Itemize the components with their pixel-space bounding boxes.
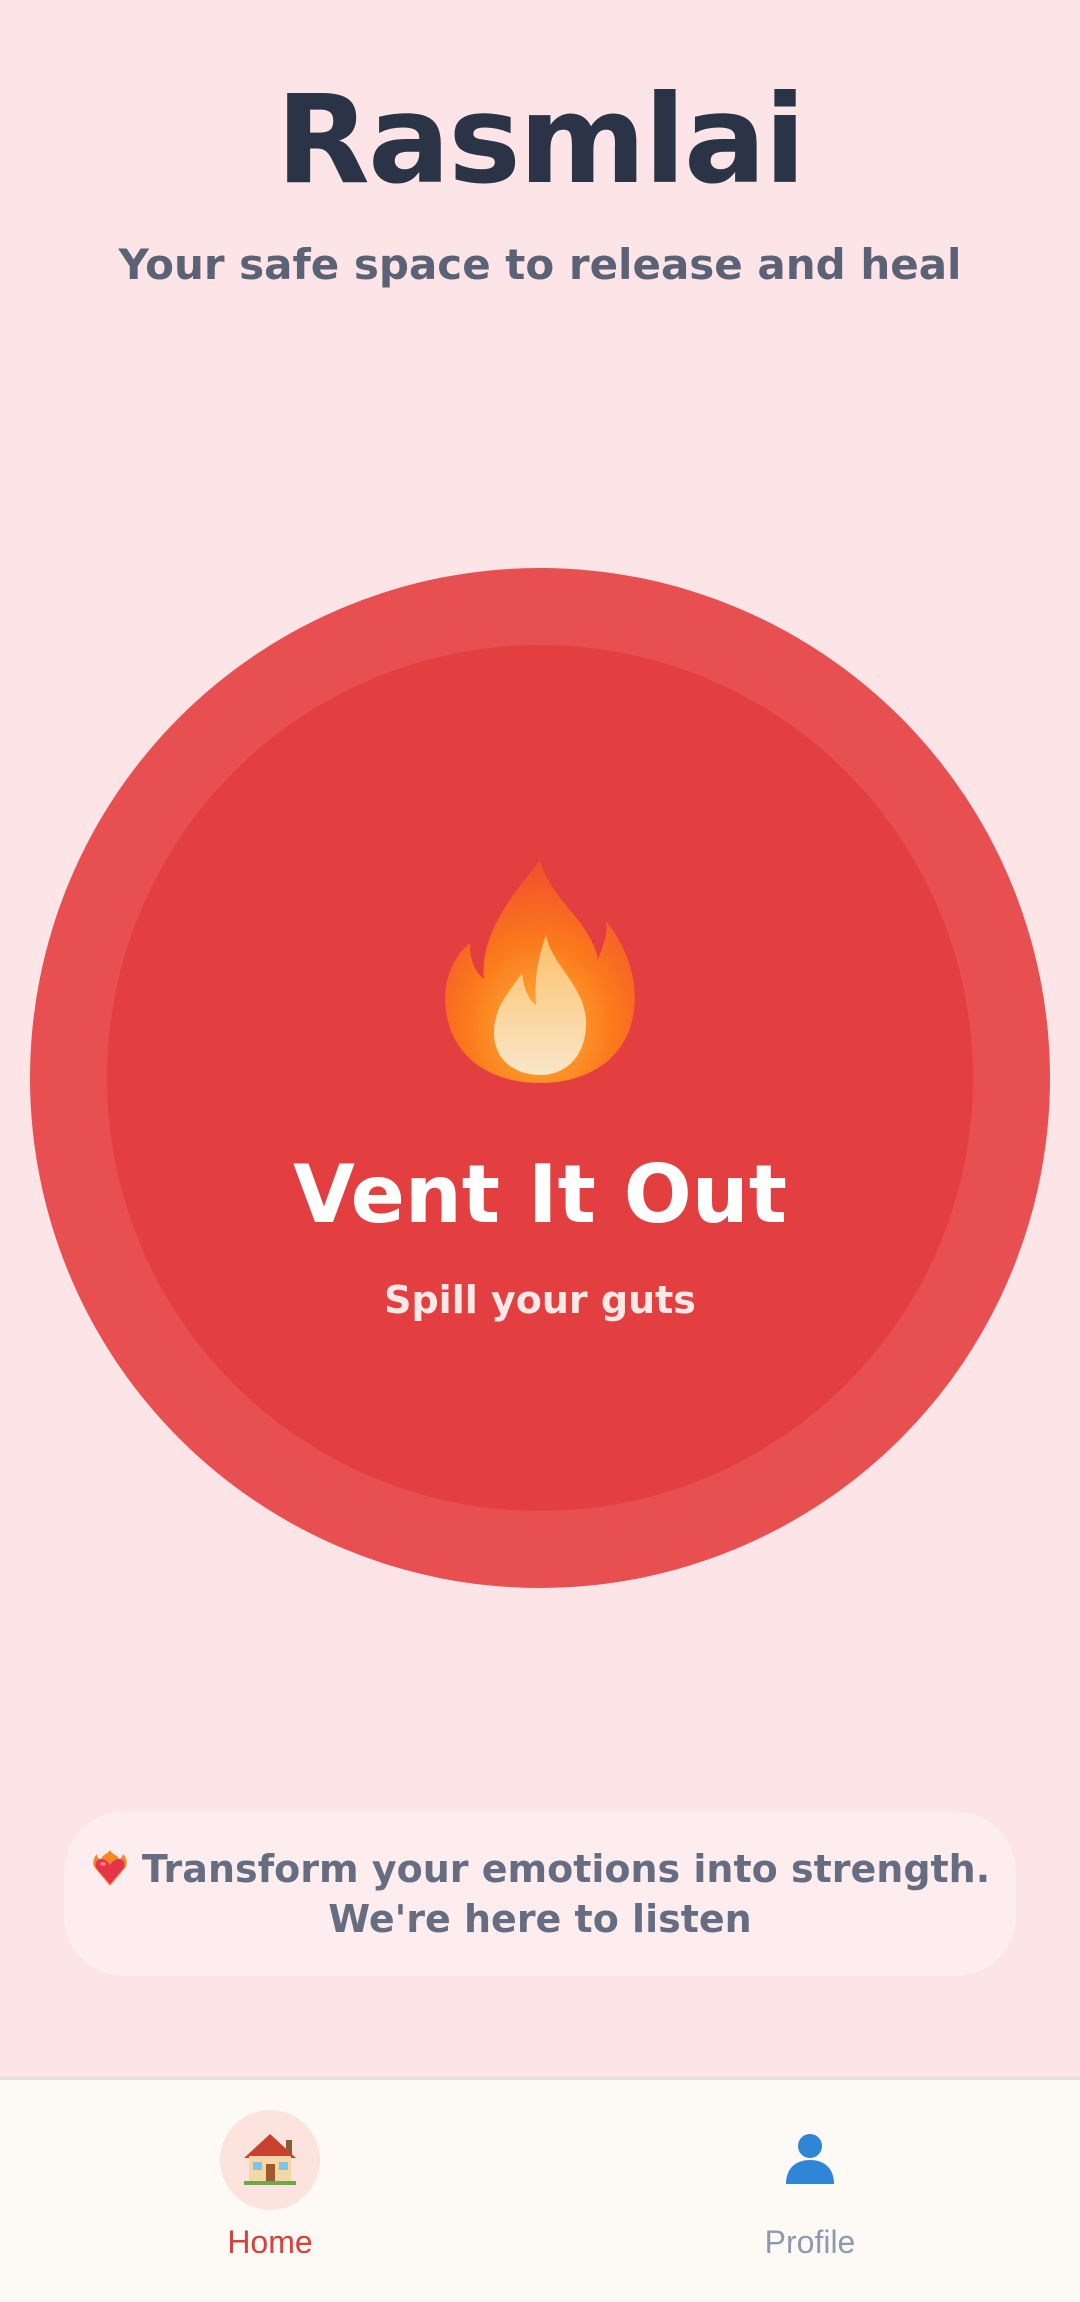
vent-button-inner-circle: Vent It Out Spill your guts [107,645,973,1511]
message-line-1-row: Transform your emotions into strength. [64,1844,1016,1894]
nav-item-home[interactable]: Home [120,2080,420,2280]
message-line-1: Transform your emotions into strength. [141,1847,991,1891]
nav-home-icon-highlight [220,2110,320,2210]
app-tagline: Your safe space to release and heal [118,240,962,289]
nav-item-profile[interactable]: Profile [660,2080,960,2280]
heart-on-fire-icon [93,1850,127,1886]
vent-title: Vent It Out [293,1148,787,1241]
nav-profile-icon-wrap [760,2110,860,2210]
message-line-2: We're here to listen [328,1897,752,1941]
person-icon [786,2134,834,2184]
fire-icon [445,861,635,1083]
house-icon [244,2134,296,2185]
app-title: Rasmlai [276,69,806,211]
nav-label-profile: Profile [764,2224,856,2260]
vent-it-out-button[interactable]: Vent It Out Spill your guts [30,568,1050,1588]
encouragement-card: Transform your emotions into strength. W… [64,1812,1016,1976]
nav-label-home: Home [227,2224,313,2260]
bottom-navigation-bar: Home Profile [0,2077,1080,2302]
vent-subtitle: Spill your guts [384,1278,696,1322]
